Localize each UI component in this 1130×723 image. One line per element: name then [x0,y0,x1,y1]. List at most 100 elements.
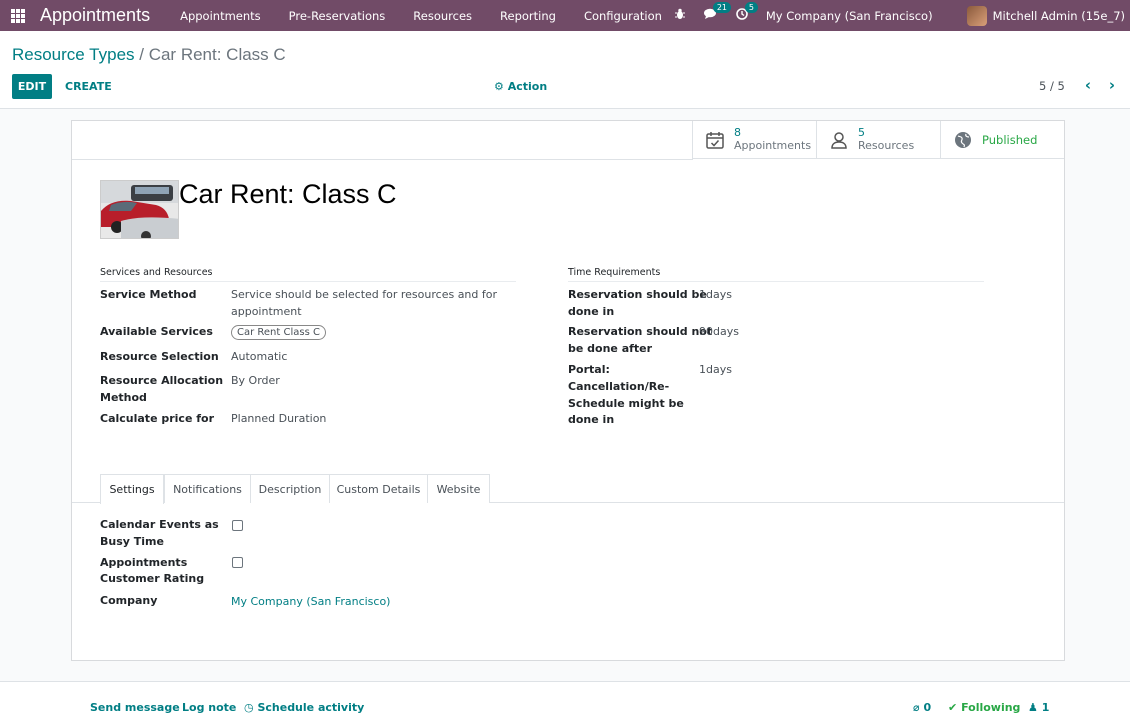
before-label-2: done in [568,305,615,318]
breadcrumb-separator: / [134,45,149,64]
app-brand[interactable]: Appointments [40,5,150,26]
action-label: Action [507,80,548,93]
pager-previous-button[interactable]: ‹ [1080,75,1096,95]
busy-time-label-2: Busy Time [100,535,164,548]
chatter-topbar: Send message Log note ◷ Schedule activit… [0,681,1130,723]
resources-stat-button[interactable]: 5 Resources [816,121,940,159]
log-note-button[interactable]: Log note [182,701,236,714]
menu-reporting[interactable]: Reporting [486,9,570,23]
service-method-value-2: appointment [231,305,302,318]
chevron-left-icon: ‹ [1084,76,1092,94]
resources-count: 5 [858,126,865,139]
control-panel: Resource Types / Car Rent: Class C EDIT … [0,31,1130,109]
attachments-button[interactable]: ⌀ 0 [913,701,931,714]
appointments-label: Appointments [734,139,812,152]
price-label: Calculate price for [100,412,215,425]
menu-configuration[interactable]: Configuration [570,9,676,23]
globe-icon [955,131,971,148]
apps-menu-icon[interactable] [11,8,25,23]
messages-icon[interactable]: 21 [703,1,732,24]
company-link[interactable]: My Company (San Francisco) [231,595,390,608]
user-menu[interactable]: Mitchell Admin (15e_7) [993,9,1125,23]
send-message-button[interactable]: Send message [90,701,180,714]
attachments-count: 0 [923,701,932,714]
clock-icon: ◷ [244,701,254,714]
appointments-count: 8 [734,126,741,139]
allocation-label-1: Resource Allocation [100,374,224,387]
schedule-activity-button[interactable]: ◷ Schedule activity [244,701,364,714]
gear-icon: ⚙ [494,80,504,93]
following-label: Following [961,701,1021,714]
rating-label-2: Customer Rating [100,572,205,585]
calendar-check-icon [706,131,724,149]
after-label-1: Reservation should not [568,325,713,338]
tab-notifications[interactable]: Notifications [164,474,251,503]
schedule-activity-label: Schedule activity [257,701,365,714]
customer-rating-checkbox[interactable] [232,557,243,568]
menu-resources[interactable]: Resources [399,9,486,23]
portal-value: 1days [699,363,732,376]
pager-value[interactable]: 5 / 5 [1039,79,1065,93]
portal-label-4: done in [568,413,615,426]
breadcrumb: Resource Types / Car Rent: Class C [12,45,286,65]
user-avatar[interactable] [966,5,987,26]
menu-pre-reservations[interactable]: Pre-Reservations [275,9,400,23]
tab-description[interactable]: Description [250,474,330,503]
company-switcher[interactable]: My Company (San Francisco) [766,9,933,23]
rating-label-1: Appointments [100,556,188,569]
before-value: 1days [699,288,732,301]
resources-label: Resources [858,139,915,152]
published-toggle-button[interactable]: Published [940,121,1064,159]
edit-button[interactable]: EDIT [12,74,52,99]
after-label-2: be done after [568,342,653,355]
company-label: Company [100,594,158,607]
top-navbar: Appointments Appointments Pre-Reservatio… [0,0,1130,31]
person-icon: ♟ [1028,701,1038,714]
check-icon: ✔ [948,701,958,714]
action-menu-button[interactable]: ⚙ Action [494,80,547,93]
form-sheet: 8 Appointments 5 Resources Published Car… [71,120,1065,661]
user-icon [831,131,847,149]
busy-time-label-1: Calendar Events as [100,518,219,531]
menu-appointments[interactable]: Appointments [166,9,275,23]
allocation-label-2: Method [100,391,147,404]
button-box-divider [72,159,693,160]
breadcrumb-parent-link[interactable]: Resource Types [12,45,135,64]
followers-count: 1 [1041,701,1050,714]
resource-type-image[interactable] [100,180,179,239]
tab-custom-details[interactable]: Custom Details [329,474,428,503]
breadcrumb-current: Car Rent: Class C [148,45,286,64]
activities-badge: 5 [744,1,758,13]
messages-badge: 21 [712,1,732,13]
service-method-value-1: Service should be selected for resources… [231,288,498,301]
portal-label-3: Schedule might be [568,397,684,410]
time-group-title: Time Requirements [568,267,984,282]
debug-bug-icon[interactable] [674,8,686,24]
chevron-right-icon: › [1108,76,1116,94]
portal-label-1: Portal: [568,363,610,376]
allocation-value: By Order [231,374,280,387]
tab-website[interactable]: Website [427,474,490,503]
paperclip-icon: ⌀ [913,701,920,714]
busy-time-checkbox[interactable] [232,520,243,531]
pager-next-button[interactable]: › [1104,75,1120,95]
record-title: Car Rent: Class C [179,179,397,209]
notebook-tabs: Settings Notifications Description Custo… [72,474,1064,504]
activities-clock-icon[interactable]: 5 [736,1,758,24]
followers-button[interactable]: ♟ 1 [1028,701,1049,714]
main-menu: Appointments Pre-Reservations Resources … [166,9,676,23]
portal-label-2: Cancellation/Re- [568,380,670,393]
service-method-label: Service Method [100,288,197,301]
create-button[interactable]: CREATE [65,80,112,93]
available-services-label: Available Services [100,325,213,338]
published-label: Published [982,132,1038,147]
smart-buttons: 8 Appointments 5 Resources Published [692,121,1064,159]
following-button[interactable]: ✔ Following [948,701,1020,714]
services-group-title: Services and Resources [100,267,516,282]
car-photo [101,181,178,238]
resource-selection-value: Automatic [231,350,288,363]
available-service-tag[interactable]: Car Rent Class C [231,325,326,340]
tab-settings[interactable]: Settings [100,474,164,504]
appointments-stat-button[interactable]: 8 Appointments [692,121,816,159]
resource-selection-label: Resource Selection [100,350,219,363]
